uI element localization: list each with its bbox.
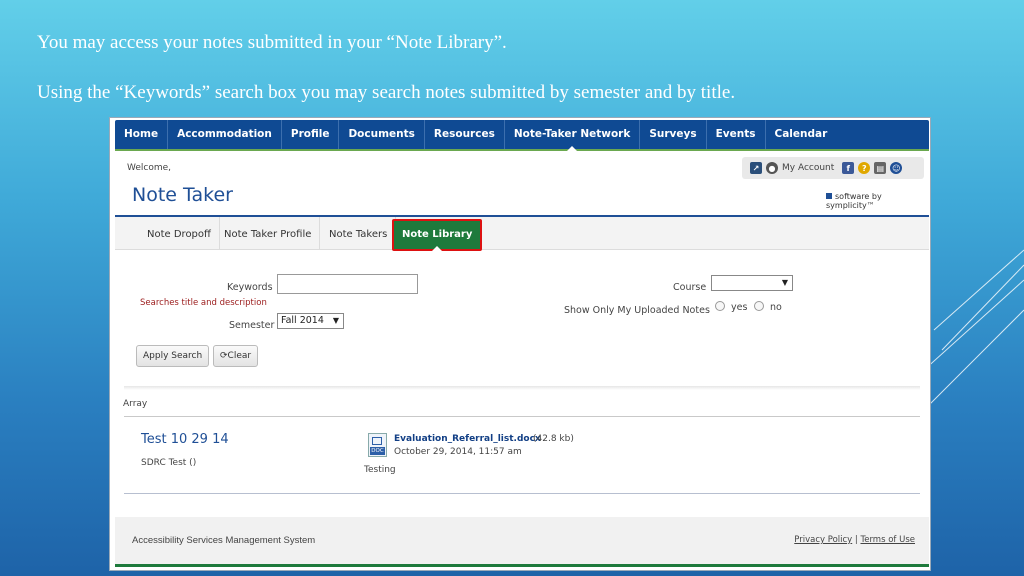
note-description: Testing (364, 465, 396, 475)
tab-note-dropoff[interactable]: Note Dropoff (139, 217, 220, 250)
tab-note-taker-profile[interactable]: Note Taker Profile (216, 217, 321, 250)
no-radio[interactable] (754, 301, 764, 311)
welcome-text: Welcome, (127, 163, 172, 173)
nav-documents[interactable]: Documents (339, 120, 425, 149)
nav-accommodation[interactable]: Accommodation (168, 120, 282, 149)
clear-label: Clear (227, 351, 252, 361)
refresh-icon: ⟳ (220, 351, 228, 361)
keywords-input[interactable] (277, 274, 418, 294)
help-icon[interactable]: ? (858, 162, 871, 174)
search-divider (124, 386, 920, 390)
note-course: SDRC Test () (141, 458, 197, 468)
footer: Accessibility Services Management System… (115, 517, 929, 567)
page-title: Note Taker (132, 184, 233, 206)
external-link-icon[interactable]: ↗ (750, 162, 762, 174)
course-label: Course (673, 282, 707, 293)
privacy-policy-link[interactable]: Privacy Policy (794, 535, 852, 545)
footer-separator: | (854, 535, 858, 545)
keywords-hint: Searches title and description (140, 298, 267, 308)
vendor-square-icon (826, 193, 832, 199)
apply-search-button[interactable]: Apply Search (136, 345, 210, 367)
results-divider (124, 416, 920, 417)
array-label: Array (123, 399, 148, 409)
nav-calendar[interactable]: Calendar (766, 120, 837, 149)
slide-caption-1: You may access your notes submitted in y… (37, 32, 507, 53)
semester-select[interactable]: Fall 2014 ▼ (277, 313, 344, 329)
semester-value: Fall 2014 (281, 315, 324, 326)
clear-button[interactable]: ⟳Clear (213, 345, 259, 367)
footer-links: Privacy Policy | Terms of Use (794, 535, 915, 545)
document-icon[interactable]: DOC (368, 433, 387, 457)
print-icon[interactable]: ▤ (874, 162, 887, 174)
nav-home[interactable]: Home (115, 120, 169, 149)
decorative-lines (924, 249, 1024, 406)
course-select[interactable]: ▼ (711, 275, 793, 291)
account-toolbar: ↗ ● My Account f ? ▤ ☺ (742, 157, 924, 179)
yes-label: yes (731, 302, 748, 313)
accessibility-icon[interactable]: ☺ (890, 162, 903, 174)
top-nav: Home Accommodation Profile Documents Res… (115, 120, 929, 151)
terms-of-use-link[interactable]: Terms of Use (860, 535, 915, 545)
slide-caption-2: Using the “Keywords” search box you may … (37, 82, 736, 103)
uploaded-notes-label: Show Only My Uploaded Notes (564, 305, 710, 316)
nav-events[interactable]: Events (707, 120, 766, 149)
yes-radio[interactable] (715, 301, 725, 311)
file-date: October 29, 2014, 11:57 am (394, 447, 522, 457)
tab-note-takers[interactable]: Note Takers (321, 217, 397, 250)
vendor-text: software by symplicity™ (826, 192, 882, 210)
dropdown-arrow-icon: ▼ (332, 316, 339, 325)
user-icon: ● (766, 162, 778, 174)
nav-surveys[interactable]: Surveys (640, 120, 707, 149)
document-image-icon (372, 437, 382, 445)
sub-nav: Note Dropoff Note Taker Profile Note Tak… (115, 217, 929, 251)
tab-note-library[interactable]: Note Library (392, 219, 483, 251)
nav-profile[interactable]: Profile (282, 120, 340, 149)
file-link[interactable]: Evaluation_Referral_list.docx (394, 434, 541, 444)
screenshot-panel: Home Accommodation Profile Documents Res… (109, 117, 931, 571)
nav-note-taker-network[interactable]: Note-Taker Network (505, 120, 641, 151)
note-title-link[interactable]: Test 10 29 14 (141, 432, 229, 447)
nav-resources[interactable]: Resources (425, 120, 505, 149)
list-end-divider (124, 493, 920, 494)
doc-type-tag: DOC (370, 447, 385, 455)
no-label: no (770, 302, 782, 313)
dropdown-arrow-icon: ▼ (781, 278, 788, 287)
facebook-icon[interactable]: f (842, 162, 855, 174)
my-account-link[interactable]: My Account (782, 163, 834, 173)
footer-system-name: Accessibility Services Management System (132, 535, 316, 546)
semester-label: Semester (229, 320, 275, 331)
vendor-credit: software by symplicity™ (826, 192, 930, 210)
keywords-label: Keywords (227, 282, 273, 293)
file-size: (42.8 kb) (533, 434, 574, 444)
